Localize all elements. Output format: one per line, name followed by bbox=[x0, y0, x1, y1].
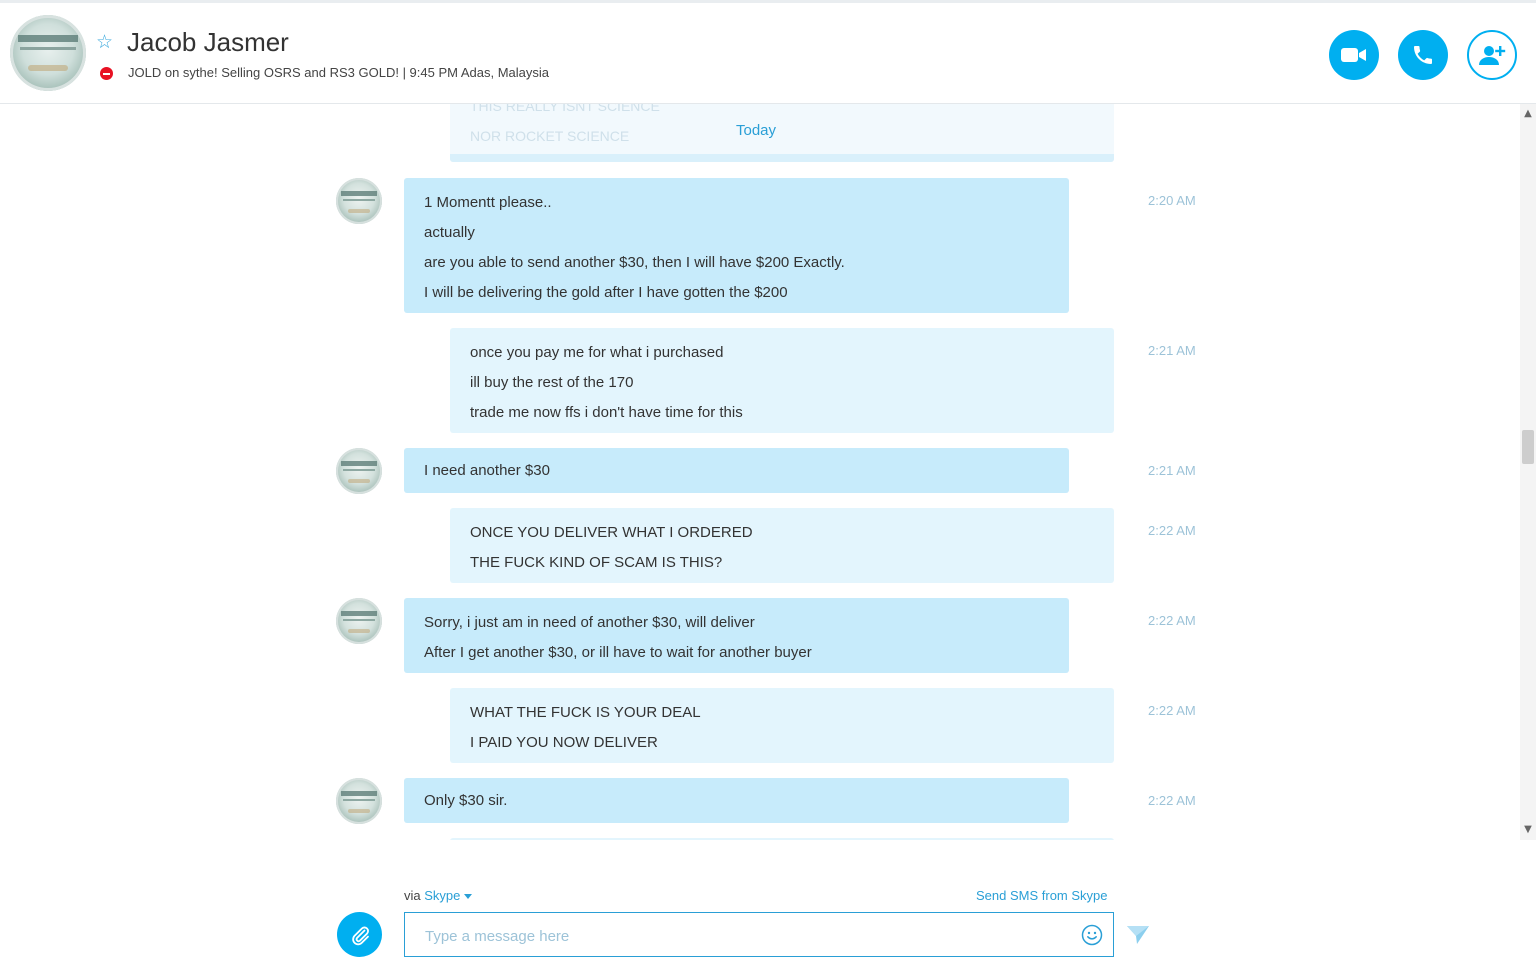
video-call-button[interactable] bbox=[1329, 30, 1379, 80]
audio-call-button[interactable] bbox=[1398, 30, 1448, 80]
message-line: NOR ROCKET SCIENCE bbox=[470, 128, 630, 144]
message-line: are you able to send another $30, then I… bbox=[424, 254, 845, 271]
message-line: I will be delivering the gold after I ha… bbox=[424, 284, 788, 301]
message-line: After I get another $30, or ill have to … bbox=[424, 644, 812, 661]
add-participants-button[interactable] bbox=[1467, 30, 1517, 80]
incoming-message-bubble[interactable]: I need another $30 bbox=[404, 448, 1069, 493]
chevron-down-icon[interactable] bbox=[464, 894, 473, 900]
message-timestamp: 2:22 AM bbox=[1148, 523, 1196, 538]
outgoing-message-bubble[interactable]: WHAT THE FUCK IS YOUR DEAL I PAID YOU NO… bbox=[450, 688, 1114, 763]
message-line: once you pay me for what i purchased bbox=[470, 344, 724, 361]
send-icon[interactable] bbox=[1126, 924, 1150, 946]
conversation-header: ☆ Jacob Jasmer JOLD on sythe! Selling OS… bbox=[0, 3, 1536, 104]
send-via-selector[interactable]: via Skype bbox=[404, 888, 473, 903]
message-line: Sorry, i just am in need of another $30,… bbox=[424, 614, 755, 631]
message-line: ONCE YOU DELIVER WHAT I ORDERED bbox=[470, 524, 753, 541]
scroll-up-arrow-icon[interactable]: ▲ bbox=[1520, 106, 1536, 122]
sender-avatar[interactable] bbox=[336, 778, 382, 824]
message-line: actually bbox=[424, 224, 475, 241]
outgoing-message-bubble[interactable]: ONCE YOU DELIVER WHAT I ORDERED THE FUCK… bbox=[450, 508, 1114, 583]
contact-name[interactable]: Jacob Jasmer bbox=[127, 27, 289, 58]
message-line: I need another $30 bbox=[424, 462, 550, 479]
attach-file-button[interactable] bbox=[337, 912, 382, 957]
audio-call-icon bbox=[1414, 46, 1432, 64]
previous-message-edge bbox=[450, 154, 1114, 162]
sender-avatar[interactable] bbox=[336, 178, 382, 224]
conversation-history[interactable]: THIS REALLY ISNT SCIENCE NOR ROCKET SCIE… bbox=[0, 104, 1520, 840]
conversation-scrollbar[interactable]: ▲ ▼ bbox=[1520, 104, 1536, 840]
emoticon-icon[interactable] bbox=[1081, 924, 1103, 946]
message-line: Only $30 sir. bbox=[424, 792, 508, 809]
message-timestamp: 2:22 AM bbox=[1148, 703, 1196, 718]
message-line: THIS REALLY ISNT SCIENCE bbox=[470, 104, 660, 114]
message-composer[interactable] bbox=[404, 912, 1114, 957]
message-timestamp: 2:21 AM bbox=[1148, 343, 1196, 358]
message-timestamp: 2:21 AM bbox=[1148, 463, 1196, 478]
via-label: via bbox=[404, 888, 421, 903]
send-sms-link[interactable]: Send SMS from Skype bbox=[976, 888, 1108, 903]
outgoing-message-bubble[interactable]: once you pay me for what i purchased ill… bbox=[450, 328, 1114, 433]
message-line: 1 Momentt please.. bbox=[424, 194, 552, 211]
sender-avatar[interactable] bbox=[336, 598, 382, 644]
scroll-down-arrow-icon[interactable]: ▼ bbox=[1520, 822, 1536, 838]
do-not-disturb-icon bbox=[100, 67, 113, 80]
message-line: WHAT THE FUCK IS YOUR DEAL bbox=[470, 704, 701, 721]
message-line: trade me now ffs i don't have time for t… bbox=[470, 404, 743, 421]
incoming-message-bubble[interactable]: 1 Momentt please.. actually are you able… bbox=[404, 178, 1069, 313]
add-people-icon bbox=[1479, 46, 1506, 65]
sender-avatar[interactable] bbox=[336, 448, 382, 494]
contact-avatar[interactable] bbox=[10, 15, 86, 91]
scroll-thumb[interactable] bbox=[1522, 430, 1534, 464]
incoming-message-bubble[interactable]: Sorry, i just am in need of another $30,… bbox=[404, 598, 1069, 673]
contact-mood-message: JOLD on sythe! Selling OSRS and RS3 GOLD… bbox=[128, 65, 550, 80]
via-service-link[interactable]: Skype bbox=[424, 888, 460, 903]
message-line: I PAID YOU NOW DELIVER bbox=[470, 734, 658, 751]
message-timestamp: 2:22 AM bbox=[1148, 613, 1196, 628]
video-call-icon bbox=[1341, 48, 1366, 62]
message-input[interactable] bbox=[423, 921, 1067, 951]
message-timestamp: 2:22 AM bbox=[1148, 793, 1196, 808]
message-line: THE FUCK KIND OF SCAM IS THIS? bbox=[470, 554, 723, 571]
message-timestamp: 2:20 AM bbox=[1148, 193, 1196, 208]
message-line: ill buy the rest of the 170 bbox=[470, 374, 634, 391]
paperclip-icon bbox=[351, 926, 369, 945]
incoming-message-bubble[interactable]: Only $30 sir. bbox=[404, 778, 1069, 823]
favorite-star-icon[interactable]: ☆ bbox=[96, 33, 113, 52]
day-divider: Today bbox=[736, 122, 777, 139]
next-message-edge bbox=[450, 838, 1114, 840]
